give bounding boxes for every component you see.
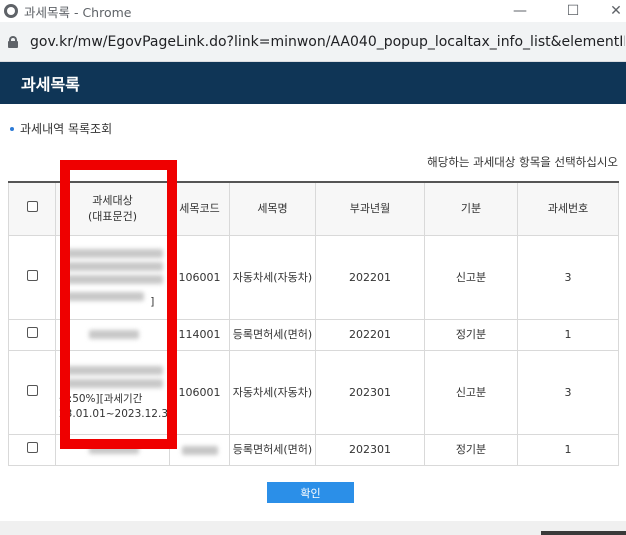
name-cell: 자동차세(자동차)	[229, 234, 316, 320]
name-cell: 자동차세(자동차)	[229, 349, 316, 435]
col-header-period: 부과년월	[315, 181, 425, 236]
period-cell: 202301	[315, 433, 425, 466]
col-header-name: 세목명	[229, 181, 316, 236]
col-header-code: 세목코드	[169, 181, 230, 236]
target-cell	[55, 433, 170, 466]
page-title: 과세목록	[21, 75, 80, 94]
redacted-text	[65, 261, 163, 271]
address-bar[interactable]: gov.kr/mw/EgovPageLink.do?link=minwon/AA…	[0, 22, 626, 62]
window-titlebar: 과세목록 - Chrome — ☐ ✕	[0, 0, 626, 22]
section-label: 과세내역 목록조회	[20, 122, 113, 136]
target-text-line: 23.01.01~2023.12.31]	[59, 408, 170, 420]
row-checkbox[interactable]	[26, 327, 38, 338]
section-heading: 과세내역 목록조회	[10, 120, 112, 137]
bullet-icon	[10, 126, 14, 131]
type-cell: 정기분	[424, 318, 518, 351]
type-cell: 신고분	[424, 349, 518, 435]
code-cell: 106001	[169, 234, 230, 320]
bottom-strip	[0, 521, 626, 535]
redacted-text	[65, 274, 163, 284]
target-cell: ]	[55, 234, 170, 320]
window-title: 과세목록 - Chrome	[24, 4, 132, 20]
redacted-text	[65, 366, 163, 375]
select-all-checkbox[interactable]	[26, 200, 38, 212]
redacted-text	[89, 330, 139, 339]
row-checkbox[interactable]	[26, 269, 38, 281]
table-row[interactable]: 114001 등록면허세(면허) 202201 정기분 1	[8, 318, 619, 351]
table-header-row: 과세대상 (대표문건) 세목코드 세목명 부과년월 기분 과세번호	[8, 181, 619, 236]
table-row[interactable]: 률:50%][과세기간 23.01.01~2023.12.31] 106001 …	[8, 349, 619, 435]
instruction-text: 해당하는 과세대상 항목을 선택하십시오	[427, 155, 618, 169]
lock-icon[interactable]	[8, 35, 18, 48]
row-checkbox[interactable]	[26, 384, 38, 396]
row-checkbox-cell[interactable]	[8, 433, 56, 466]
number-cell: 1	[517, 318, 619, 351]
row-checkbox[interactable]	[26, 442, 38, 453]
code-cell: 106001	[169, 349, 230, 435]
select-all-cell[interactable]	[8, 181, 56, 236]
url-text[interactable]: gov.kr/mw/EgovPageLink.do?link=minwon/AA…	[30, 34, 625, 50]
bottom-dark-bar	[541, 531, 626, 535]
target-cell: 률:50%][과세기간 23.01.01~2023.12.31]	[55, 349, 170, 435]
col-header-number: 과세번호	[517, 181, 619, 236]
redacted-text	[65, 248, 163, 258]
redacted-text	[65, 291, 145, 301]
confirm-button[interactable]: 확인	[267, 482, 354, 503]
col-header-target: 과세대상 (대표문건)	[55, 181, 170, 236]
maximize-icon[interactable]: ☐	[553, 0, 593, 22]
type-cell: 정기분	[424, 433, 518, 466]
number-cell: 3	[517, 234, 619, 320]
name-cell: 등록면허세(면허)	[229, 318, 316, 351]
redacted-text	[65, 379, 163, 388]
period-cell: 202201	[315, 318, 425, 351]
number-cell: 3	[517, 349, 619, 435]
close-icon[interactable]: ✕	[596, 0, 626, 22]
col-header-type: 기분	[424, 181, 518, 236]
name-cell: 등록면허세(면허)	[229, 433, 316, 466]
row-checkbox-cell[interactable]	[8, 318, 56, 351]
page-header: 과세목록	[0, 62, 626, 104]
code-cell: 114001	[169, 318, 230, 351]
minimize-icon[interactable]: —	[500, 0, 540, 22]
tax-list-table: 과세대상 (대표문건) 세목코드 세목명 부과년월 기분 과세번호 ] 10600…	[8, 181, 619, 466]
number-cell: 1	[517, 433, 619, 466]
table-row[interactable]: ] 106001 자동차세(자동차) 202201 신고분 3	[8, 234, 619, 320]
period-cell: 202201	[315, 234, 425, 320]
code-cell	[169, 433, 230, 466]
type-cell: 신고분	[424, 234, 518, 320]
row-checkbox-cell[interactable]	[8, 349, 56, 435]
redacted-text	[89, 445, 139, 454]
chrome-app-icon	[4, 4, 18, 18]
period-cell: 202301	[315, 349, 425, 435]
row-checkbox-cell[interactable]	[8, 234, 56, 320]
target-cell	[55, 318, 170, 351]
redacted-text	[181, 445, 218, 455]
table-row[interactable]: 등록면허세(면허) 202301 정기분 1	[8, 433, 619, 466]
target-text-line: 률:50%][과세기간	[59, 393, 143, 405]
